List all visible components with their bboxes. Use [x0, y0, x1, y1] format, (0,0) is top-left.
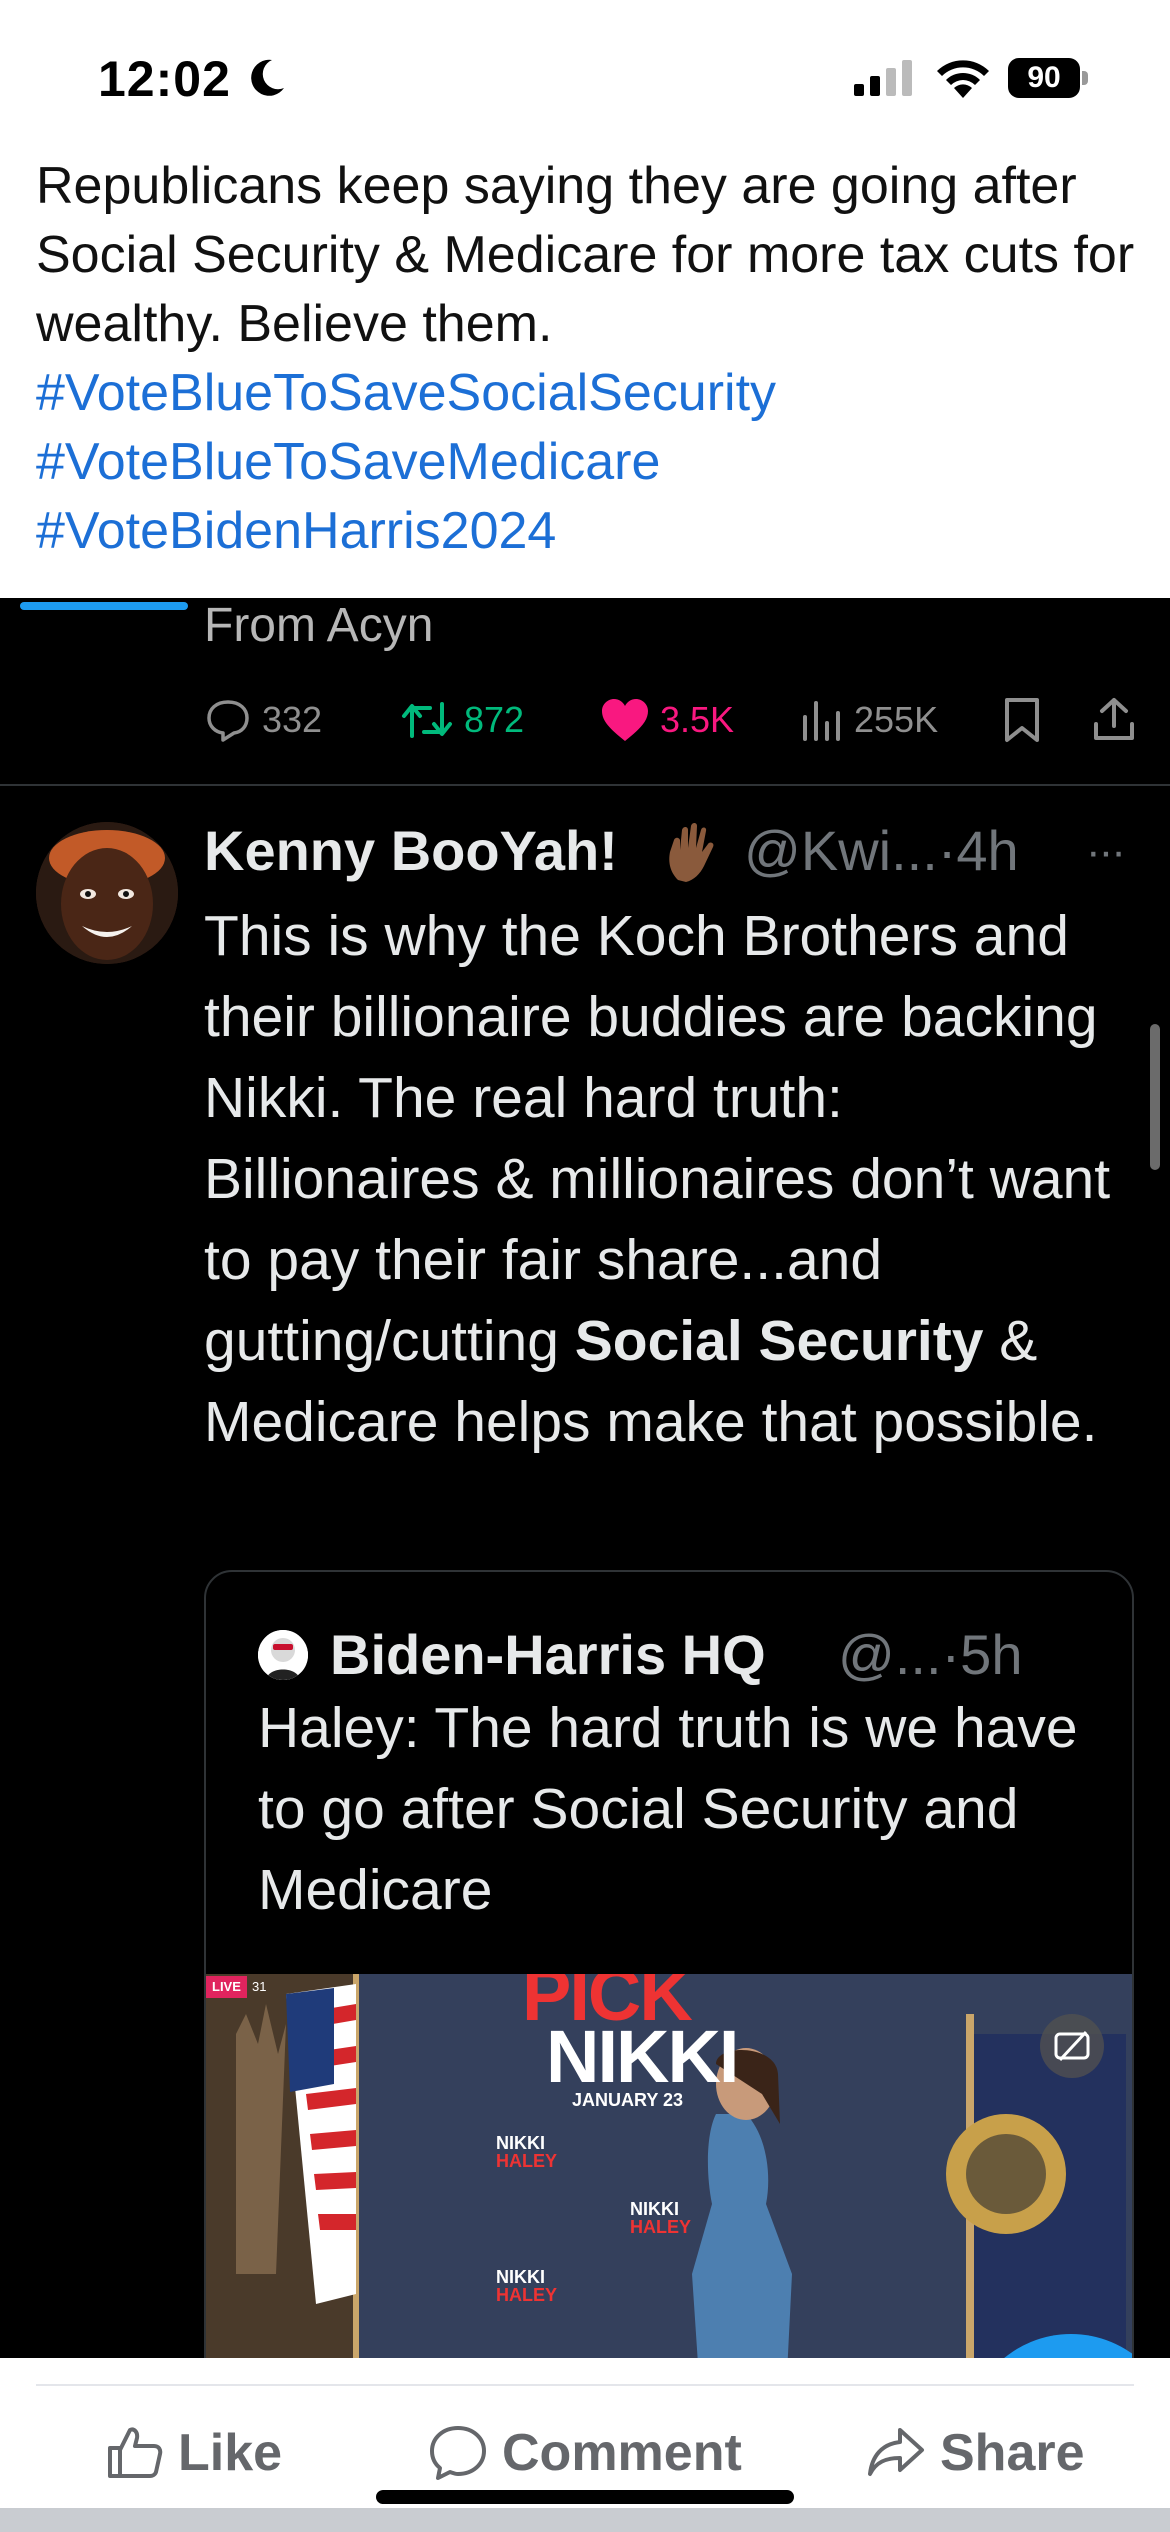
small-sign-bottom: HALEY	[630, 2217, 692, 2237]
video-thumbnail[interactable]: LIVE 31 PICK NIKKI JANUARY 23 NIKKI HALE…	[206, 1974, 1132, 2358]
reply-count: 332	[262, 699, 323, 740]
comment-bubble-icon	[430, 2426, 486, 2480]
like-label: Like	[178, 2424, 283, 2482]
quoted-author-name: Biden-Harris HQ	[330, 1623, 766, 1686]
comment-button[interactable]: Comment	[428, 2412, 742, 2494]
share-label: Share	[940, 2424, 1085, 2482]
avatar[interactable]	[36, 822, 178, 964]
hashtag-link[interactable]: #VoteBidenHarris2024	[36, 497, 1136, 566]
reply-icon	[207, 700, 249, 742]
post-text: Republicans keep saying they are going a…	[36, 152, 1136, 566]
cellular-signal-icon	[854, 60, 912, 96]
tweet-author-name[interactable]: Kenny BooYah!	[204, 816, 618, 886]
like-count: 3.5K	[660, 699, 735, 740]
bookmark-icon	[1005, 698, 1039, 742]
post-body: Republicans keep saying they are going a…	[36, 157, 1135, 353]
hashtag-link[interactable]: #VoteBlueToSaveMedicare	[36, 428, 1136, 497]
user-photo	[36, 822, 178, 964]
sign-nikki: NIKKI	[546, 2015, 739, 2098]
tweet-body-text: This is why the Koch Brothers and their …	[204, 904, 1111, 1373]
like-post-button[interactable]: Like	[106, 2412, 282, 2494]
heart-icon	[602, 699, 648, 741]
reply-button[interactable]: 332	[204, 690, 322, 750]
small-sign-top: NIKKI	[496, 2267, 545, 2287]
more-options-icon[interactable]: ···	[1086, 824, 1126, 880]
tweet-body-bold: Social Security	[574, 1309, 984, 1373]
small-sign: NIKKI HALEY	[496, 2134, 557, 2170]
retweet-button[interactable]: 872	[400, 690, 524, 750]
share-tweet-button[interactable]	[1090, 690, 1138, 750]
views-icon	[803, 701, 840, 741]
quoted-tweet-card[interactable]: Biden-Harris HQ @...·5h Haley: The hard …	[204, 1570, 1134, 2358]
retweet-count: 872	[464, 699, 525, 740]
status-time: 12:02	[98, 51, 231, 107]
share-upload-icon	[1094, 698, 1134, 740]
status-bar: 12:02 90	[0, 0, 1170, 150]
viewer-count: 31	[252, 1979, 267, 1994]
prev-tweet-source: From Acyn	[204, 599, 434, 652]
moon-icon	[251, 59, 284, 96]
divider	[0, 784, 1170, 786]
small-sign-bottom: HALEY	[496, 2285, 558, 2305]
tweet-header: Kenny BooYah! @Kwi...·4h ···	[204, 816, 1154, 886]
scrollbar[interactable]	[1150, 1024, 1160, 1170]
battery-indicator: 90	[1008, 58, 1088, 98]
wifi-icon	[937, 60, 989, 98]
quoted-avatar	[258, 1630, 308, 1680]
tweet-body: This is why the Koch Brothers and their …	[204, 896, 1134, 1463]
small-sign-top: NIKKI	[630, 2199, 679, 2219]
bottom-strip	[0, 2508, 1170, 2532]
captions-button[interactable]	[1040, 2014, 1104, 2078]
share-arrow-icon	[868, 2428, 924, 2476]
raised-hand-emoji-icon	[669, 823, 714, 882]
facebook-post-header-area: 12:02 90 Republicans keep saying they ar…	[0, 0, 1170, 598]
share-post-button[interactable]: Share	[866, 2412, 1085, 2494]
small-sign-top: NIKKI	[496, 2133, 545, 2153]
hashtag-link[interactable]: #VoteBlueToSaveSocialSecurity	[36, 359, 1136, 428]
small-sign: NIKKI HALEY	[630, 2200, 691, 2236]
thumbs-up-icon	[108, 2427, 163, 2478]
tweet-action-row: 332 872 3.5K 255K	[204, 690, 1144, 750]
like-button[interactable]: 3.5K	[600, 690, 734, 750]
quoted-tweet-text: Haley: The hard truth is we have to go a…	[258, 1696, 1078, 1922]
quoted-handle-time: @...·5h	[838, 1623, 1023, 1686]
captions-icon	[1054, 2030, 1090, 2062]
bookmark-button[interactable]	[1002, 690, 1042, 750]
home-indicator[interactable]	[376, 2490, 794, 2504]
comment-label: Comment	[502, 2424, 742, 2482]
quoted-avatar-image	[258, 1630, 308, 1680]
post-action-bar: Like Comment Share	[0, 2358, 1170, 2532]
small-sign-bottom: HALEY	[496, 2151, 558, 2171]
small-sign: NIKKI HALEY	[496, 2268, 557, 2304]
sign-date: JANUARY 23	[572, 2090, 684, 2110]
tweet-handle-time: @Kwi...·4h	[744, 819, 1019, 882]
tab-indicator	[20, 602, 188, 610]
live-badge: LIVE	[206, 1976, 247, 1998]
retweet-icon	[402, 702, 452, 738]
view-count: 255K	[854, 699, 939, 740]
embedded-tweet-screenshot[interactable]: From Acyn 332 872 3.5K 255K Kenny BooYah…	[0, 598, 1170, 2358]
divider	[36, 2384, 1134, 2386]
battery-percent: 90	[1027, 61, 1061, 94]
views-button[interactable]: 255K	[800, 690, 938, 750]
